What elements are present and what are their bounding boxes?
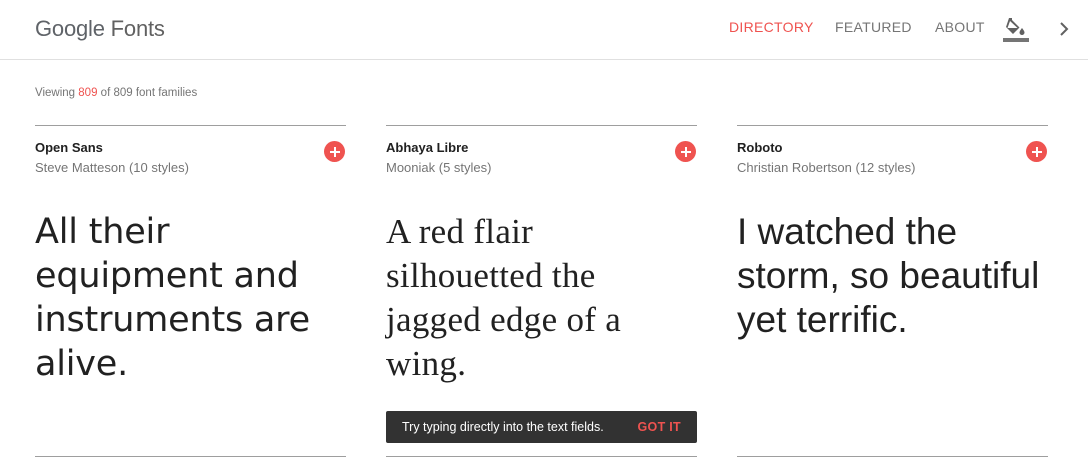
snackbar-message: Try typing directly into the text fields… (402, 420, 604, 434)
logo-google-text: Google (35, 16, 105, 41)
add-font-button[interactable] (675, 141, 696, 162)
font-family-name[interactable]: Roboto (737, 140, 782, 155)
top-app-bar: Google Fonts DIRECTORY FEATURED ABOUT (0, 0, 1088, 60)
font-card-open-sans[interactable]: Open Sans Steve Matteson (10 styles) All… (35, 125, 346, 457)
font-designer: Mooniak (5 styles) (386, 160, 492, 175)
font-family-name[interactable]: Open Sans (35, 140, 103, 155)
snackbar: Try typing directly into the text fields… (386, 411, 697, 443)
font-family-name[interactable]: Abhaya Libre (386, 140, 468, 155)
nav-featured[interactable]: FEATURED (835, 19, 912, 35)
nav-directory[interactable]: DIRECTORY (729, 19, 814, 35)
viewing-total: of 809 font families (100, 87, 198, 99)
add-font-button[interactable] (1026, 141, 1047, 162)
google-fonts-logo[interactable]: Google Fonts (35, 16, 165, 42)
sample-text-field[interactable]: All their equipment and instruments are … (35, 210, 346, 386)
sample-text-field[interactable]: I watched the storm, so beautiful yet te… (737, 210, 1048, 342)
viewing-prefix: Viewing (35, 87, 76, 99)
nav-about[interactable]: ABOUT (935, 19, 985, 35)
font-card-roboto[interactable]: Roboto Christian Robertson (12 styles) I… (737, 125, 1048, 457)
viewing-count-text: Viewing 809 of 809 font families (35, 87, 197, 99)
font-card-abhaya-libre[interactable]: Abhaya Libre Mooniak (5 styles) A red fl… (386, 125, 697, 457)
got-it-button[interactable]: GOT IT (638, 420, 681, 434)
paint-bucket-icon[interactable] (1003, 15, 1029, 43)
sample-text-field[interactable]: A red flair silhouetted the jagged edge … (386, 210, 697, 386)
font-designer: Christian Robertson (12 styles) (737, 160, 916, 175)
viewing-shown-count: 809 (78, 87, 98, 99)
logo-fonts-text: Fonts (110, 16, 165, 41)
chevron-right-icon[interactable] (1055, 19, 1073, 39)
font-designer: Steve Matteson (10 styles) (35, 160, 189, 175)
add-font-button[interactable] (324, 141, 345, 162)
